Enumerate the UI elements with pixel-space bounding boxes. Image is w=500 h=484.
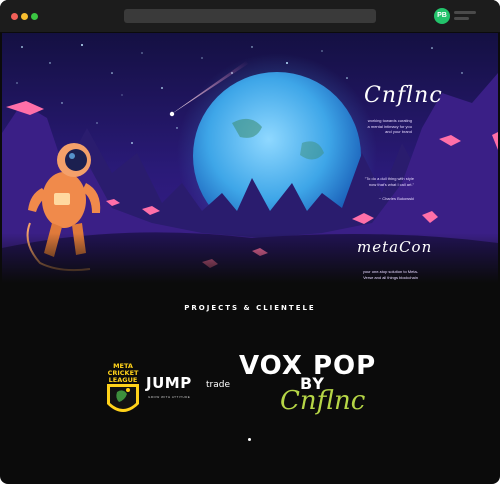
mcl-line-3: LEAGUE xyxy=(108,376,138,384)
hero-quote-author: ~ Charles Bukowski xyxy=(378,196,414,201)
maximize-window-button[interactable] xyxy=(31,13,38,20)
browser-window: PB Cnflnc working towards curating a men… xyxy=(0,0,500,484)
hero-tagline: working towards curating a mental intima… xyxy=(367,118,412,134)
jump-trade-logo[interactable]: JUMP xyxy=(146,374,192,392)
mcl-wordmark: META CRICKET LEAGUE xyxy=(103,363,143,384)
vox-pop-script-logo: Cnflnc xyxy=(280,386,366,416)
jump-trade-tagline: GROW WITH ATTITUDE xyxy=(148,395,191,399)
address-bar[interactable] xyxy=(124,9,376,23)
brand-logo[interactable]: Cnflnc xyxy=(364,83,443,108)
hero-banner: Cnflnc working towards curating a mental… xyxy=(2,33,498,283)
avatar[interactable]: PB xyxy=(434,8,450,24)
jump-trade-suffix: trade xyxy=(206,380,230,390)
section-title: PROJECTS & CLIENTELE xyxy=(184,304,316,312)
metacon-logo[interactable]: metaCon xyxy=(357,238,432,256)
browser-titlebar: PB xyxy=(0,0,500,32)
close-window-button[interactable] xyxy=(11,13,18,20)
account-name-placeholder xyxy=(454,11,476,14)
hero-quote: "To do a dull thing with style now that'… xyxy=(364,176,414,187)
carousel-dot[interactable] xyxy=(248,438,251,441)
minimize-window-button[interactable] xyxy=(21,13,28,20)
account-email-placeholder xyxy=(454,17,469,20)
metacon-description: your one-stop solution to Meta-Verse and… xyxy=(362,269,418,280)
